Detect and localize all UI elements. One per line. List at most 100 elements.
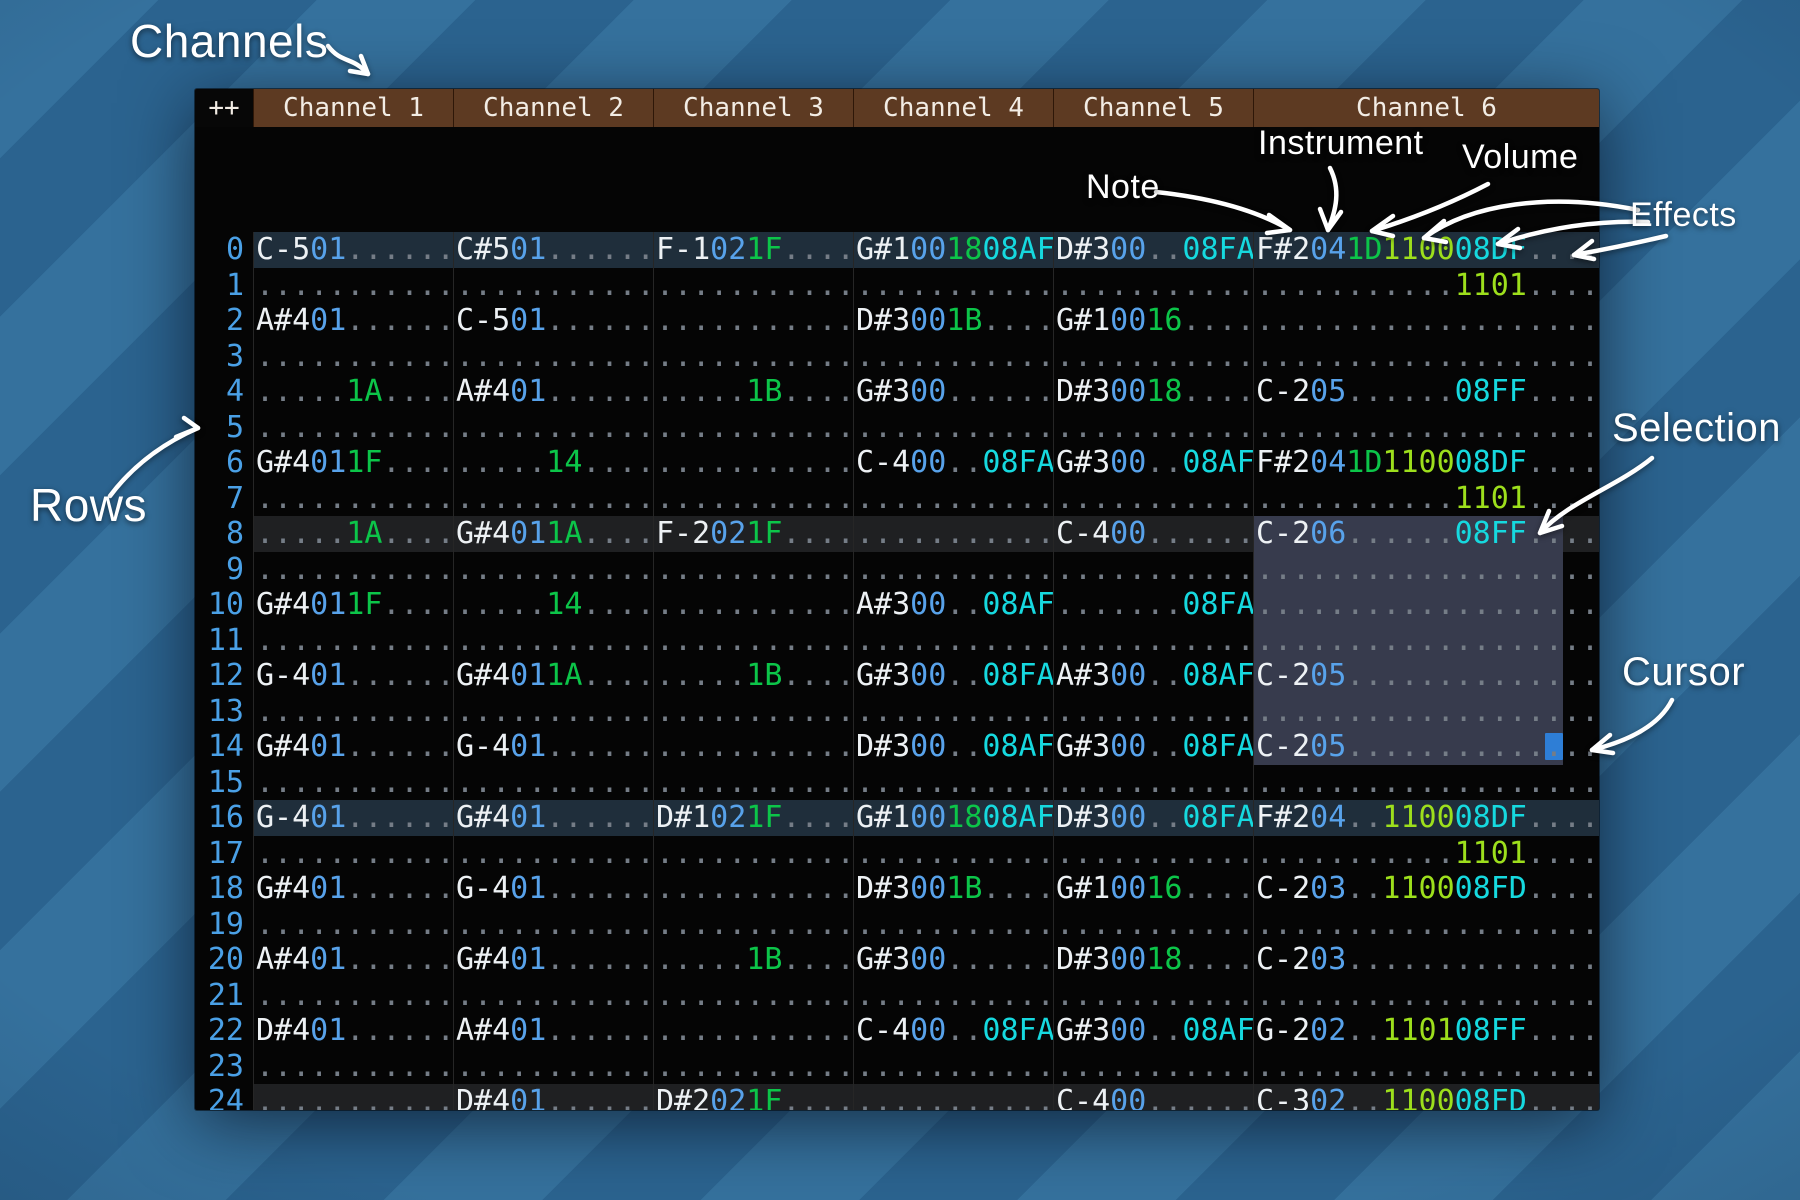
note-field[interactable]: ... <box>856 481 910 517</box>
note-field[interactable]: ... <box>1056 339 1110 375</box>
pattern-cell-ch3[interactable]: ........... <box>653 410 853 446</box>
note-field[interactable]: ... <box>1256 836 1310 872</box>
pattern-cell-ch6[interactable]: ...........1101.... <box>1253 836 1599 872</box>
instrument-field[interactable]: 00 <box>1110 658 1146 694</box>
instrument-field[interactable]: .. <box>910 1084 946 1110</box>
effect-field[interactable]: .... <box>582 1049 653 1085</box>
pattern-cell-ch3[interactable]: ........... <box>653 481 853 517</box>
effect-field[interactable]: .... <box>582 729 653 765</box>
note-field[interactable]: ... <box>456 552 510 588</box>
note-field[interactable]: ... <box>656 907 710 943</box>
note-field[interactable]: C-2 <box>1256 729 1310 765</box>
instrument-field[interactable]: .. <box>710 410 746 446</box>
volume-field[interactable]: 18 <box>1146 374 1182 410</box>
effect-field[interactable]: .... <box>1527 303 1599 339</box>
instrument-field[interactable]: .. <box>1310 623 1346 659</box>
note-field[interactable]: ... <box>656 339 710 375</box>
instrument-field[interactable]: .. <box>910 836 946 872</box>
instrument-field[interactable]: .. <box>910 268 946 304</box>
pattern-cell-ch2[interactable]: A#401...... <box>453 1013 653 1049</box>
volume-field[interactable]: .. <box>1146 552 1182 588</box>
instrument-field[interactable]: .. <box>310 907 346 943</box>
effect-field[interactable]: .... <box>1382 268 1454 304</box>
pattern-cell-ch5[interactable]: ........... <box>1053 268 1253 304</box>
channel-header-2[interactable]: Channel 2 <box>453 89 653 127</box>
note-field[interactable]: D#3 <box>1056 374 1110 410</box>
note-field[interactable]: ... <box>856 516 910 552</box>
volume-field[interactable]: .. <box>746 623 782 659</box>
effect-field[interactable]: .... <box>582 942 653 978</box>
instrument-field[interactable]: 00 <box>910 658 946 694</box>
instrument-field[interactable]: .. <box>1110 410 1146 446</box>
effect-field[interactable]: .... <box>1527 481 1599 517</box>
effect-field[interactable]: .... <box>1527 942 1599 978</box>
note-field[interactable]: G#4 <box>256 445 310 481</box>
instrument-field[interactable]: 01 <box>510 516 546 552</box>
volume-field[interactable]: .. <box>1146 729 1182 765</box>
effect-field[interactable]: .... <box>382 268 453 304</box>
note-field[interactable]: ... <box>256 516 310 552</box>
volume-field[interactable]: .. <box>1346 552 1382 588</box>
pattern-cell-ch4[interactable]: ........... <box>853 339 1053 375</box>
effect-field[interactable]: .... <box>1455 552 1527 588</box>
instrument-field[interactable]: 03 <box>1310 871 1346 907</box>
volume-field[interactable]: .. <box>1346 658 1382 694</box>
volume-field[interactable]: 1F <box>746 1084 782 1110</box>
effect-field[interactable]: .... <box>582 1084 653 1110</box>
effect-field[interactable]: .... <box>382 1013 453 1049</box>
note-field[interactable]: D#4 <box>256 1013 310 1049</box>
note-field[interactable]: ... <box>1256 1049 1310 1085</box>
note-field[interactable]: F#2 <box>1256 445 1310 481</box>
pattern-cell-ch2[interactable]: ........... <box>453 694 653 730</box>
note-field[interactable]: ... <box>1056 481 1110 517</box>
instrument-field[interactable]: 01 <box>310 658 346 694</box>
effect-field[interactable]: .... <box>1182 871 1253 907</box>
instrument-field[interactable]: .. <box>710 1049 746 1085</box>
note-field[interactable]: ... <box>1256 410 1310 446</box>
effect-field[interactable]: .... <box>382 694 453 730</box>
effect-field[interactable]: .... <box>982 481 1053 517</box>
instrument-field[interactable]: 00 <box>910 1013 946 1049</box>
volume-field[interactable]: 1D <box>1346 445 1382 481</box>
effect-field[interactable]: .... <box>782 1013 853 1049</box>
channel-header-6[interactable]: Channel 6 <box>1253 89 1599 127</box>
effect-field[interactable]: .... <box>982 552 1053 588</box>
volume-field[interactable]: .. <box>546 729 582 765</box>
volume-field[interactable]: .. <box>1346 1013 1382 1049</box>
volume-field[interactable]: 18 <box>946 232 982 268</box>
note-field[interactable]: ... <box>456 623 510 659</box>
effect-field[interactable]: 08AF <box>1182 658 1253 694</box>
instrument-field[interactable]: .. <box>310 268 346 304</box>
volume-field[interactable]: .. <box>946 942 982 978</box>
volume-field[interactable]: .. <box>946 907 982 943</box>
note-field[interactable]: G#3 <box>856 658 910 694</box>
effect-field[interactable]: .... <box>1182 694 1253 730</box>
instrument-field[interactable]: 02 <box>1310 1084 1346 1110</box>
pattern-cell-ch2[interactable]: .....14.... <box>453 445 653 481</box>
pattern-cell-ch5[interactable]: C-400...... <box>1053 1084 1253 1110</box>
effect-field[interactable]: .... <box>982 623 1053 659</box>
instrument-field[interactable]: 00 <box>1110 1013 1146 1049</box>
note-field[interactable]: ... <box>1056 836 1110 872</box>
pattern-cell-ch2[interactable]: G#401...... <box>453 800 653 836</box>
pattern-cell-ch1[interactable]: ........... <box>253 694 453 730</box>
pattern-cell-ch1[interactable]: .....1A.... <box>253 374 453 410</box>
volume-field[interactable]: .. <box>746 871 782 907</box>
note-field[interactable]: ... <box>256 836 310 872</box>
effect-field[interactable]: 08DF <box>1455 800 1527 836</box>
pattern-cell-ch1[interactable]: A#401...... <box>253 942 453 978</box>
effect-field[interactable]: .... <box>1182 516 1253 552</box>
pattern-cell-ch3[interactable]: .....1B.... <box>653 942 853 978</box>
instrument-field[interactable]: 00 <box>1110 800 1146 836</box>
pattern-cell-ch5[interactable]: D#300..08FA <box>1053 800 1253 836</box>
pattern-cell-ch5[interactable]: ........... <box>1053 481 1253 517</box>
pattern-cell-ch6[interactable]: C-203.............. <box>1253 942 1599 978</box>
instrument-field[interactable]: 00 <box>910 232 946 268</box>
instrument-field[interactable]: 01 <box>310 232 346 268</box>
note-field[interactable]: C-2 <box>1256 871 1310 907</box>
note-field[interactable]: ... <box>1056 694 1110 730</box>
volume-field[interactable]: .. <box>946 481 982 517</box>
pattern-cell-ch2[interactable]: ........... <box>453 552 653 588</box>
instrument-field[interactable]: .. <box>510 552 546 588</box>
pattern-cell-ch4[interactable]: ........... <box>853 978 1053 1014</box>
